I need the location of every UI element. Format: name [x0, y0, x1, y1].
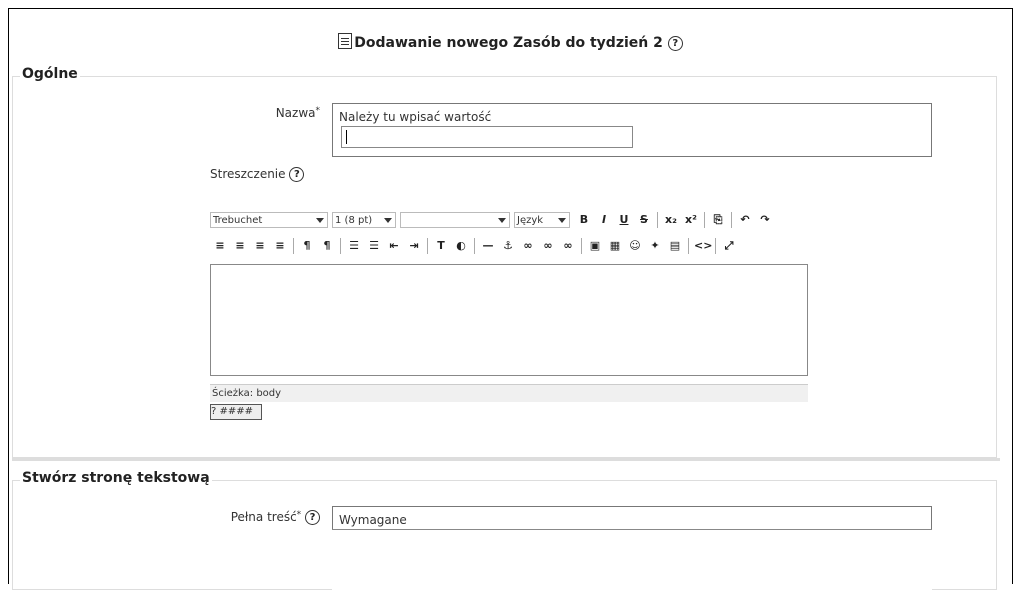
- toolbar-separator: [427, 238, 428, 254]
- document-icon: [338, 33, 353, 49]
- full-content-label-text: Pełna treść: [230, 510, 297, 524]
- section-separator: [12, 458, 1000, 461]
- required-mark: *: [296, 510, 302, 520]
- fullscreen-icon[interactable]: ⤢: [721, 238, 737, 254]
- nolink-icon[interactable]: ∞: [560, 238, 576, 254]
- chevron-down-icon: [384, 218, 392, 223]
- toolbar-separator: [581, 238, 582, 254]
- editor-toolbar-row-1: Trebuchet 1 (8 pt) Język B I U S x₂ x² ⎘…: [210, 208, 775, 232]
- toolbar-separator: [688, 238, 689, 254]
- summary-label-text: Streszczenie: [210, 167, 286, 181]
- summary-help-icon[interactable]: ?: [289, 167, 305, 182]
- path-value: body: [256, 388, 282, 399]
- keyboard-help-label: ? ####: [211, 406, 254, 417]
- editor-path-bar: Ścieżka: body: [210, 384, 808, 402]
- align-center-icon[interactable]: ≡: [232, 238, 248, 254]
- unordered-list-icon[interactable]: ☰: [366, 238, 382, 254]
- italic-button[interactable]: I: [596, 212, 612, 228]
- name-label: Nazwa*: [240, 106, 320, 120]
- toolbar-separator: [474, 238, 475, 254]
- editor-content-area[interactable]: [210, 264, 808, 376]
- horizontal-rule-icon[interactable]: —: [480, 238, 496, 254]
- text-color-icon[interactable]: T: [433, 238, 449, 254]
- toolbar-separator: [704, 212, 705, 228]
- full-content-label: Pełna treść* ?: [190, 510, 320, 525]
- ordered-list-icon[interactable]: ☰: [346, 238, 362, 254]
- background-color-icon[interactable]: ◐: [453, 238, 469, 254]
- font-family-value: Trebuchet: [213, 215, 263, 226]
- full-content-hint: Wymagane: [339, 513, 407, 527]
- underline-button[interactable]: U: [616, 212, 632, 228]
- page-title: Dodawanie nowego Zasób do tydzień 2 ?: [9, 33, 1012, 53]
- link-icon[interactable]: ∞: [520, 238, 536, 254]
- name-hint: Należy tu wpisać wartość: [339, 110, 492, 124]
- chevron-down-icon: [498, 218, 506, 223]
- name-label-text: Nazwa: [275, 106, 316, 120]
- unlink-icon[interactable]: ∞: [540, 238, 556, 254]
- chevron-down-icon: [558, 218, 566, 223]
- insert-table-icon[interactable]: ▦: [607, 238, 623, 254]
- toolbar-separator: [657, 212, 658, 228]
- text-page-legend: Stwórz stronę tekstową: [20, 470, 212, 486]
- font-family-select[interactable]: Trebuchet: [210, 212, 328, 228]
- bold-button[interactable]: B: [576, 212, 592, 228]
- smiley-icon[interactable]: ☺: [627, 238, 643, 254]
- full-content-textarea[interactable]: [332, 529, 932, 599]
- name-field-box: Należy tu wpisać wartość: [332, 103, 932, 157]
- undo-button[interactable]: ↶: [737, 212, 753, 228]
- language-value: Język: [517, 215, 544, 226]
- indent-icon[interactable]: ⇥: [406, 238, 422, 254]
- search-replace-icon[interactable]: ▤: [667, 238, 683, 254]
- toolbar-separator: [340, 238, 341, 254]
- toolbar-separator: [731, 212, 732, 228]
- toolbar-separator: [293, 238, 294, 254]
- outdent-icon[interactable]: ⇤: [386, 238, 402, 254]
- font-size-value: 1 (8 pt): [335, 215, 373, 226]
- general-legend: Ogólne: [20, 66, 80, 82]
- paste-word-button[interactable]: ⎘: [710, 212, 726, 228]
- help-icon[interactable]: ?: [667, 35, 683, 51]
- rtl-icon[interactable]: ¶: [319, 238, 335, 254]
- required-mark: *: [315, 106, 321, 116]
- full-content-help-icon[interactable]: ?: [305, 510, 320, 525]
- path-label: Ścieżka:: [212, 388, 254, 399]
- keyboard-help-button[interactable]: ? ####: [210, 404, 262, 420]
- justify-icon[interactable]: ≡: [272, 238, 288, 254]
- font-size-select[interactable]: 1 (8 pt): [332, 212, 396, 228]
- anchor-icon[interactable]: ⚓: [500, 238, 516, 254]
- special-char-icon[interactable]: ✦: [647, 238, 663, 254]
- html-source-icon[interactable]: <>: [694, 238, 712, 254]
- style-select[interactable]: [400, 212, 510, 228]
- language-select[interactable]: Język: [514, 212, 570, 228]
- ltr-icon[interactable]: ¶: [299, 238, 315, 254]
- toolbar-separator: [715, 238, 716, 254]
- superscript-button[interactable]: x²: [683, 212, 699, 228]
- text-cursor: [346, 130, 347, 144]
- insert-image-icon[interactable]: ▣: [587, 238, 603, 254]
- page-title-text: Dodawanie nowego Zasób do tydzień 2: [354, 35, 663, 51]
- editor-toolbar-row-2: ≡ ≡ ≡ ≡ ¶ ¶ ☰ ☰ ⇤ ⇥ T ◐ — ⚓ ∞ ∞ ∞ ▣ ▦ ☺ …: [210, 234, 739, 258]
- chevron-down-icon: [316, 218, 324, 223]
- full-content-box: Wymagane: [332, 506, 932, 599]
- align-left-icon[interactable]: ≡: [212, 238, 228, 254]
- summary-label: Streszczenie ?: [210, 167, 305, 182]
- align-right-icon[interactable]: ≡: [252, 238, 268, 254]
- redo-button[interactable]: ↷: [757, 212, 773, 228]
- subscript-button[interactable]: x₂: [663, 212, 679, 228]
- name-input[interactable]: [341, 126, 633, 148]
- strikethrough-button[interactable]: S: [636, 212, 652, 228]
